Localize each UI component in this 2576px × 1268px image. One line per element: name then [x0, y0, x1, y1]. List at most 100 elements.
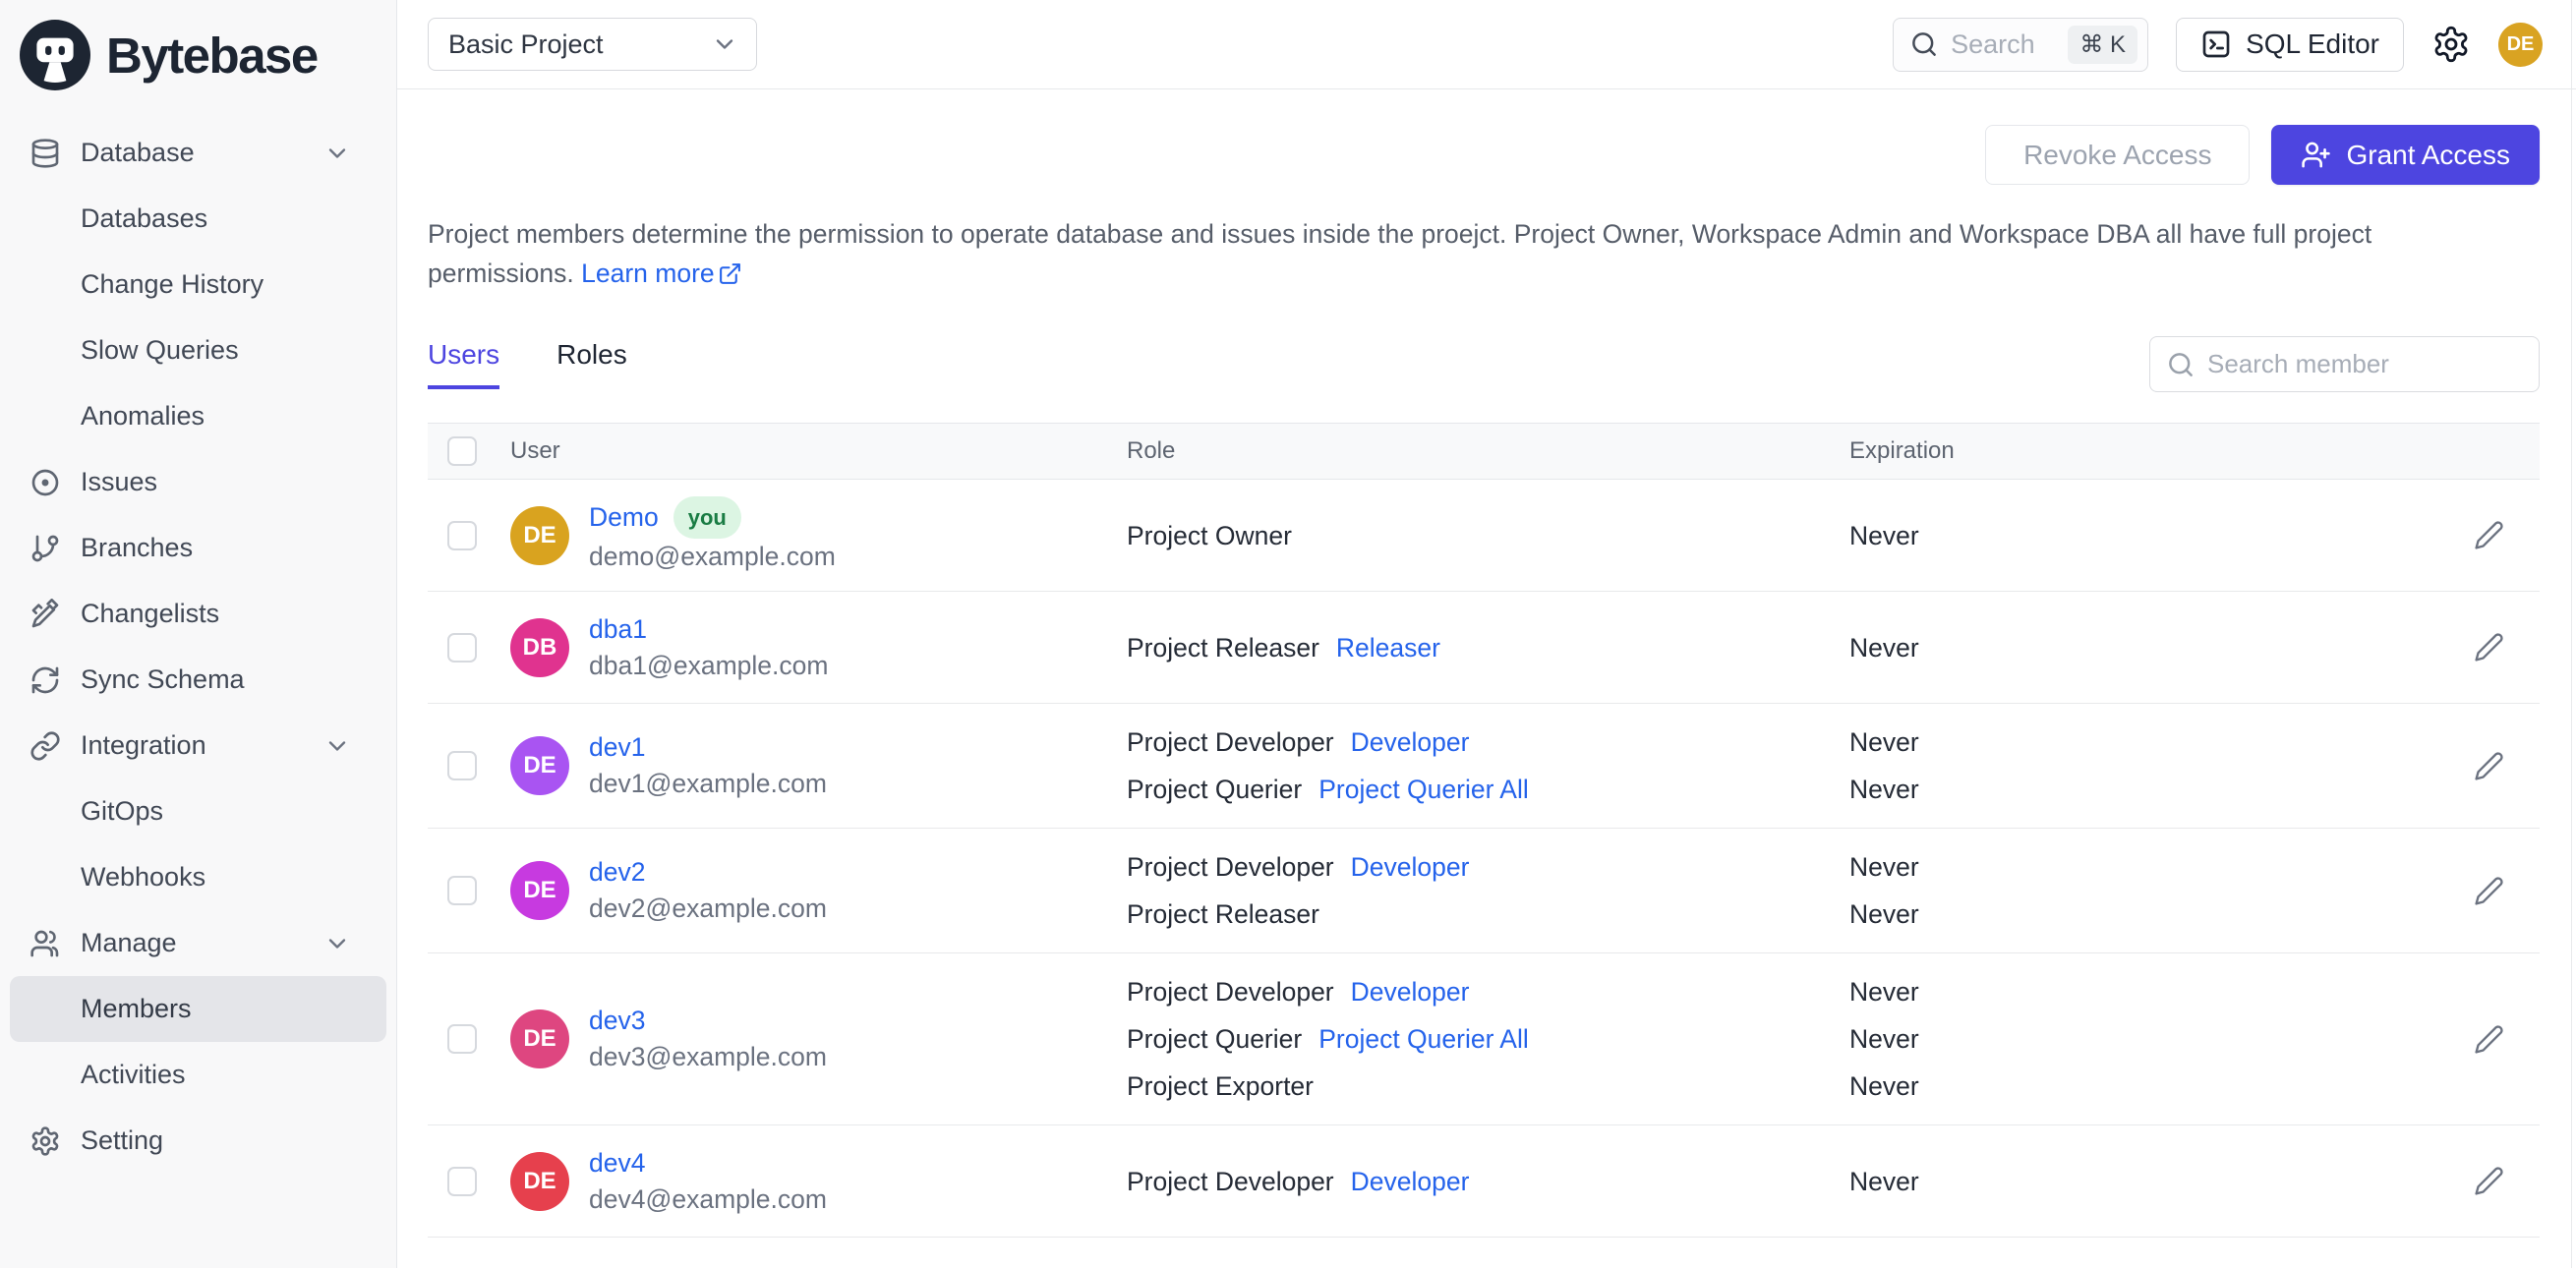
row-checkbox[interactable] [447, 520, 477, 550]
role-link[interactable]: Developer [1351, 1167, 1470, 1196]
project-members-page: Revoke Access Grant Access Project membe… [397, 89, 2576, 1268]
expiration-value: Never [1849, 977, 1919, 1007]
role-link[interactable]: Developer [1351, 852, 1470, 882]
sidebar-item-setting[interactable]: Setting [10, 1108, 386, 1174]
sidebar-item-members[interactable]: Members [10, 976, 386, 1042]
users-icon [29, 928, 61, 959]
sidebar-item-change-history[interactable]: Change History [10, 252, 386, 317]
global-search-placeholder: Search [1951, 29, 2035, 59]
sidebar-item-label: Members [81, 994, 192, 1023]
sidebar-item-label: Anomalies [81, 401, 205, 431]
link-icon [29, 730, 61, 762]
role-title: Project Exporter [1127, 1071, 1314, 1101]
row-checkbox[interactable] [447, 632, 477, 663]
tab-users[interactable]: Users [428, 339, 500, 389]
member-search[interactable] [2149, 336, 2540, 392]
role-link[interactable]: Project Querier All [1318, 1024, 1529, 1054]
sql-editor-button[interactable]: SQL Editor [2176, 17, 2404, 72]
member-name-link[interactable]: Demo [589, 499, 659, 536]
expiration-value: Never [1849, 632, 1919, 663]
sidebar-item-issues[interactable]: Issues [10, 449, 386, 515]
role-title: Project Releaser [1127, 899, 1319, 929]
member-name-link[interactable]: dev2 [589, 854, 645, 891]
member-name-link[interactable]: dev1 [589, 729, 645, 766]
brand-name: Bytebase [106, 27, 319, 84]
role-link[interactable]: Project Querier All [1318, 775, 1529, 804]
search-shortcut-badge: ⌘ K [2068, 25, 2138, 64]
sidebar-item-webhooks[interactable]: Webhooks [10, 844, 386, 910]
sidebar-item-database[interactable]: Database [10, 120, 386, 186]
project-selector[interactable]: Basic Project [428, 18, 757, 71]
sidebar-item-gitops[interactable]: GitOps [10, 778, 386, 844]
user-plus-icon [2302, 142, 2331, 168]
sidebar: Bytebase Database Databases Change History… [0, 0, 397, 1268]
sidebar-item-label: Webhooks [81, 862, 206, 892]
issues-icon [29, 467, 61, 498]
member-email: dev4@example.com [589, 1183, 827, 1214]
row-checkbox[interactable] [447, 1024, 477, 1054]
grant-access-button[interactable]: Grant Access [2271, 125, 2540, 185]
chevron-down-icon [323, 930, 351, 957]
expiration-value: Never [1849, 727, 1919, 757]
tab-roles[interactable]: Roles [556, 339, 627, 389]
member-search-input[interactable] [2207, 349, 2523, 379]
pencil-icon[interactable] [2474, 632, 2504, 663]
role-title: Project Querier [1127, 1024, 1303, 1054]
sidebar-item-activities[interactable]: Activities [10, 1042, 386, 1108]
member-name-link[interactable]: dev4 [589, 1145, 645, 1182]
sidebar-item-label: Sync Schema [81, 664, 245, 694]
member-row-dba1: DB dba1 dba1@example.com Project Release… [428, 592, 2540, 704]
chevron-down-icon [323, 732, 351, 760]
row-checkbox[interactable] [447, 751, 477, 780]
sidebar-item-label: Slow Queries [81, 335, 239, 365]
expiration-value: Never [1849, 1071, 1919, 1101]
sidebar-item-slow-queries[interactable]: Slow Queries [10, 317, 386, 383]
changelist-icon [29, 598, 61, 630]
bytebase-logo[interactable]: Bytebase [0, 0, 396, 90]
scrollbar-track[interactable] [2571, 0, 2572, 1268]
column-header-role: Role [1127, 437, 1176, 464]
pencil-icon[interactable] [2474, 520, 2504, 550]
pencil-icon[interactable] [2474, 876, 2504, 906]
member-avatar: DE [510, 736, 569, 795]
sidebar-item-changelists[interactable]: Changelists [10, 581, 386, 647]
column-header-expiration: Expiration [1849, 437, 1955, 464]
member-avatar: DE [510, 1151, 569, 1211]
global-search[interactable]: Search ⌘ K [1893, 17, 2149, 72]
member-name-link[interactable]: dba1 [589, 611, 647, 648]
sidebar-item-label: Branches [81, 533, 194, 562]
pencil-icon[interactable] [2474, 751, 2504, 781]
member-name-link[interactable]: dev3 [589, 1003, 645, 1039]
bytebase-robot-icon [20, 20, 90, 90]
settings-gear-icon[interactable] [2431, 25, 2471, 64]
sidebar-item-integration[interactable]: Integration [10, 713, 386, 778]
you-badge: you [673, 495, 741, 539]
member-row-dev2: DE dev2 dev2@example.com Project Develop… [428, 829, 2540, 953]
member-email: dev2@example.com [589, 893, 827, 923]
select-all-checkbox[interactable] [447, 436, 477, 466]
role-link[interactable]: Developer [1351, 977, 1470, 1007]
sidebar-item-label: Issues [81, 467, 158, 496]
role-link[interactable]: Developer [1351, 727, 1470, 757]
sidebar-item-sync-schema[interactable]: Sync Schema [10, 647, 386, 713]
learn-more-link[interactable]: Learn more [581, 259, 742, 288]
sidebar-item-branches[interactable]: Branches [10, 515, 386, 581]
members-tabs: Users Roles [428, 339, 627, 389]
member-row-dev3: DE dev3 dev3@example.com Project Develop… [428, 953, 2540, 1125]
sidebar-item-databases[interactable]: Databases [10, 186, 386, 252]
member-avatar: DE [510, 861, 569, 920]
user-avatar[interactable]: DE [2498, 22, 2543, 67]
expiration-value: Never [1849, 852, 1919, 882]
sidebar-item-label: GitOps [81, 796, 164, 826]
chevron-down-icon [323, 140, 351, 167]
row-checkbox[interactable] [447, 1166, 477, 1196]
role-link[interactable]: Releaser [1336, 633, 1440, 663]
pencil-icon[interactable] [2474, 1166, 2504, 1196]
sidebar-item-anomalies[interactable]: Anomalies [10, 383, 386, 449]
expiration-value: Never [1849, 775, 1919, 804]
search-icon [1912, 32, 1936, 56]
sidebar-item-manage[interactable]: Manage [10, 910, 386, 976]
row-checkbox[interactable] [447, 876, 477, 905]
pencil-icon[interactable] [2474, 1024, 2504, 1055]
revoke-access-button[interactable]: Revoke Access [1985, 125, 2251, 185]
